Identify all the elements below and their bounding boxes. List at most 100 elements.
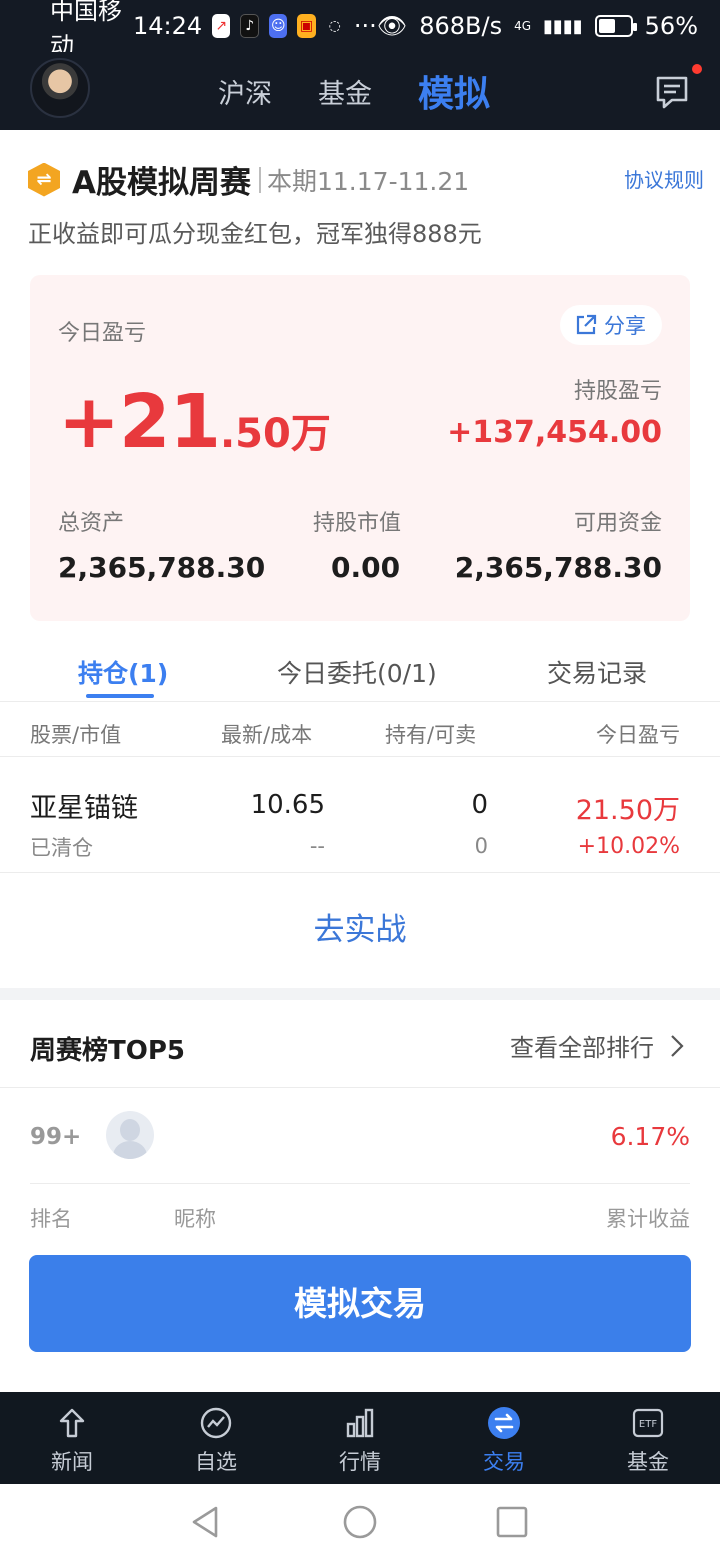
- nav-market-label: 行情: [339, 1450, 381, 1474]
- etf-icon-text: ETF: [639, 1419, 657, 1430]
- col-pnl: 今日盈亏: [596, 723, 680, 747]
- rank-position: 99+: [30, 1124, 82, 1150]
- stock-app-icon: ↗: [212, 14, 231, 38]
- holding-qty: 0: [471, 790, 488, 820]
- tab-positions[interactable]: 持仓(1): [78, 654, 168, 690]
- active-tab-indicator: [86, 694, 154, 698]
- bar-chart-icon: [346, 1408, 374, 1438]
- table-row[interactable]: 亚星锚链 已清仓 10.65 -- 0 0 21.50万 +10.02%: [0, 758, 720, 873]
- recents-icon[interactable]: [494, 1504, 530, 1540]
- top-header: 沪深 基金 模拟: [0, 52, 720, 130]
- chevron-right-icon: [671, 1034, 684, 1057]
- holding-pnl-value: +137,454.00: [447, 415, 662, 450]
- battery-percent: 56%: [644, 12, 698, 40]
- trend-icon: [200, 1407, 232, 1439]
- tab-fund[interactable]: 基金: [318, 72, 372, 111]
- market-value-value: 0.00: [331, 551, 401, 584]
- competition-period: 本期11.17-11.21: [267, 166, 470, 196]
- user-avatar[interactable]: [30, 58, 90, 118]
- cumulative-return-label: 累计收益: [606, 1207, 690, 1231]
- status-bar: 中国移动 14:24 ↗ ♪ ☺ ▣ ◌ ··· 👁 868B/s 4G ▮▮▮…: [0, 0, 720, 60]
- news-icon: [59, 1408, 85, 1438]
- go-live-trading-link[interactable]: 去实战: [0, 904, 720, 949]
- nav-watchlist-label: 自选: [195, 1450, 237, 1474]
- home-icon[interactable]: [342, 1504, 378, 1540]
- bottom-nav: 新闻 自选 行情 交易 ETF 基金: [0, 1392, 720, 1484]
- tiktok-icon: ♪: [240, 14, 260, 38]
- sellable-qty: 0: [474, 834, 488, 858]
- share-button[interactable]: 分享: [560, 305, 662, 345]
- divider: [30, 1183, 690, 1184]
- today-pnl-main: +21: [58, 379, 221, 465]
- nav-fund-label: 基金: [627, 1450, 669, 1474]
- available-cash-value: 2,365,788.30: [454, 551, 662, 584]
- system-nav-bar: [0, 1484, 720, 1560]
- nav-trade-label: 交易: [483, 1450, 525, 1474]
- battery-icon: [594, 15, 637, 37]
- row-pnl-percent: +10.02%: [577, 834, 680, 859]
- total-assets-value: 2,365,788.30: [58, 551, 266, 584]
- nickname-label: 昵称: [174, 1207, 216, 1231]
- exchange-icon: [488, 1407, 520, 1439]
- divider: [259, 166, 261, 193]
- stock-name: 亚星锚链: [30, 793, 138, 824]
- view-all-ranking-link[interactable]: 查看全部排行: [510, 1028, 690, 1063]
- video-app-icon: ▣: [297, 14, 316, 38]
- rank-label: 排名: [30, 1207, 72, 1231]
- today-pnl-sub: .50万: [219, 411, 331, 457]
- promo-text: 正收益即可瓜分现金红包，冠军独得888元: [28, 220, 482, 248]
- pnl-card: 今日盈亏 分享 持股盈亏 +21 .50万 +137,454.00 总资产 持股…: [30, 275, 690, 621]
- market-value-label: 持股市值: [313, 511, 402, 536]
- share-label: 分享: [604, 314, 646, 338]
- section-gap: [0, 988, 720, 1000]
- competition-badge-icon: ⇌: [28, 162, 60, 197]
- today-pnl-value: +21 .50万: [58, 379, 331, 465]
- nav-news-label: 新闻: [51, 1450, 93, 1474]
- total-assets-label: 总资产: [58, 511, 125, 536]
- divider: [0, 1087, 720, 1088]
- notification-dot: [692, 64, 702, 74]
- simulated-trading-button[interactable]: 模拟交易: [29, 1255, 691, 1352]
- today-pnl-label: 今日盈亏: [58, 321, 147, 346]
- col-price: 最新/成本: [221, 723, 313, 747]
- positions-table-header: 股票/市值 最新/成本 持有/可卖 今日盈亏: [0, 703, 720, 757]
- available-cash-label: 可用资金: [573, 511, 662, 536]
- tab-trade-history[interactable]: 交易记录: [547, 654, 647, 690]
- tab-hushen[interactable]: 沪深: [218, 72, 272, 111]
- ranking-title: 周赛榜TOP5: [30, 1036, 185, 1066]
- nav-market[interactable]: 行情: [288, 1392, 432, 1484]
- competition-header: ⇌ A股模拟周赛 本期11.17-11.21: [28, 157, 469, 202]
- loading-icon: ◌: [328, 18, 341, 34]
- nav-fund[interactable]: ETF 基金: [576, 1392, 720, 1484]
- eye-icon: 👁: [376, 12, 408, 40]
- network-speed: 868B/s: [419, 12, 503, 40]
- holdings-tabs: 持仓(1) 今日委托(0/1) 交易记录: [0, 640, 720, 702]
- etf-icon: ETF: [632, 1408, 664, 1438]
- holding-pnl-label: 持股盈亏: [573, 379, 662, 404]
- signal-icon: ▮▮▮▮: [543, 15, 583, 37]
- rank-return: 6.17%: [610, 1122, 690, 1151]
- stock-status: 已清仓: [30, 836, 93, 860]
- latest-price: 10.65: [250, 790, 325, 820]
- cost-price: --: [309, 834, 325, 858]
- nav-watchlist[interactable]: 自选: [144, 1392, 288, 1484]
- message-icon[interactable]: [652, 72, 692, 112]
- nav-trade[interactable]: 交易: [432, 1392, 576, 1484]
- nav-news[interactable]: 新闻: [0, 1392, 144, 1484]
- competition-title: A股模拟周赛: [72, 165, 251, 201]
- col-holding: 持有/可卖: [385, 723, 477, 747]
- col-stock: 股票/市值: [30, 723, 122, 747]
- more-dots-icon: ···: [353, 12, 377, 40]
- tab-simulation[interactable]: 模拟: [418, 65, 490, 117]
- row-pnl: 21.50万: [575, 795, 680, 826]
- top-nav: 沪深 基金 模拟: [218, 52, 536, 130]
- rules-link[interactable]: 协议规则: [624, 164, 704, 193]
- share-icon: [576, 314, 597, 335]
- clock: 14:24: [132, 12, 203, 40]
- back-icon[interactable]: [188, 1504, 224, 1540]
- tab-orders[interactable]: 今日委托(0/1): [277, 654, 437, 690]
- chat-app-icon: ☺: [269, 14, 288, 38]
- view-all-label: 查看全部排行: [510, 1034, 654, 1062]
- network-type: 4G: [514, 19, 532, 33]
- rank-avatar: [106, 1111, 154, 1159]
